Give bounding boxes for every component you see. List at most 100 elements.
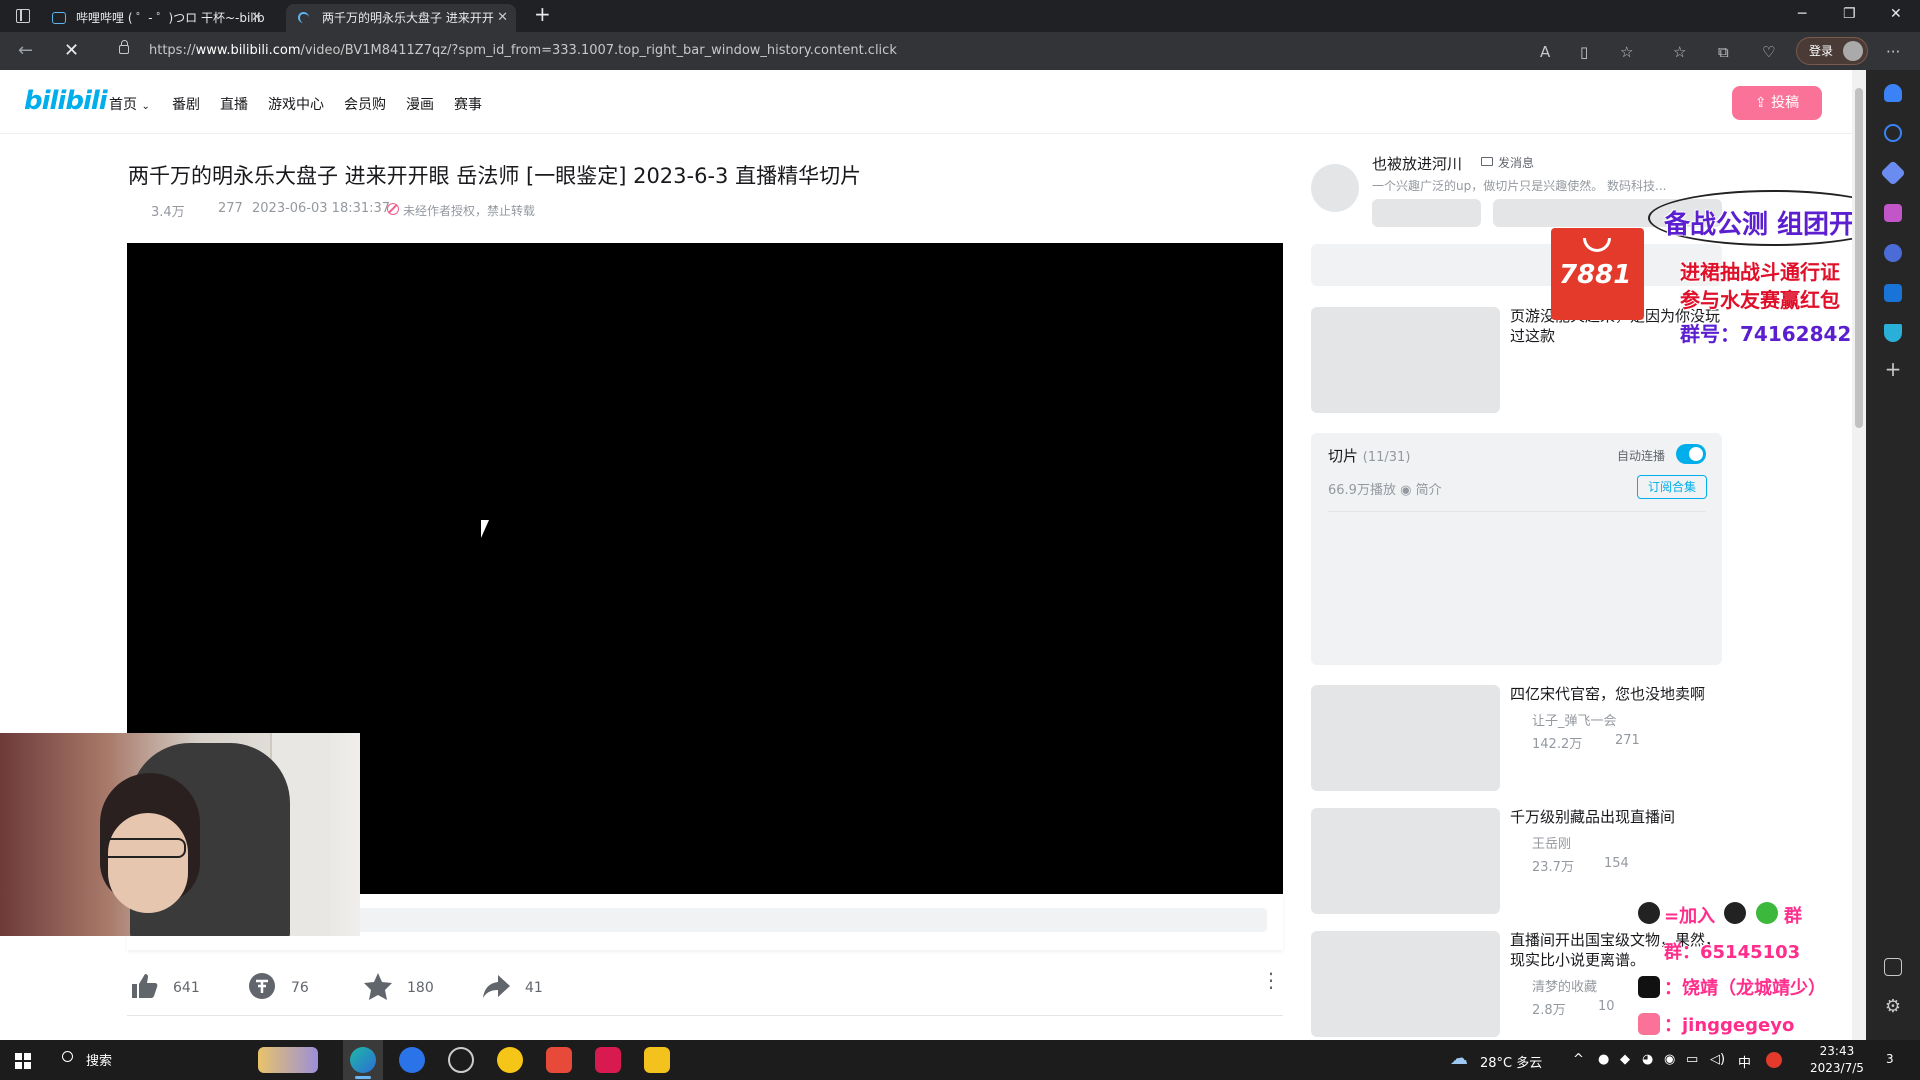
search-highlight-icon[interactable] [258,1047,318,1073]
gamepad-icon[interactable]: ◉ [1664,1052,1675,1067]
playlist-title[interactable]: 切片 (11/31) [1328,445,1410,466]
nav-esports[interactable]: 赛事 [454,94,482,114]
outlook-icon[interactable] [1884,284,1902,302]
reco-thumbnail[interactable] [1311,307,1500,413]
ime-indicator[interactable]: 中 [1738,1052,1751,1071]
lock-icon[interactable] [119,40,129,54]
autoplay-toggle[interactable] [1676,444,1706,464]
nav-mall[interactable]: 会员购 [344,94,386,114]
playlist-intro-link[interactable]: 简介 [1416,483,1442,498]
send-icon[interactable] [1884,324,1902,342]
parrot-app-icon[interactable] [546,1047,572,1073]
people-icon[interactable] [1884,204,1902,222]
reco-thumbnail[interactable] [1311,808,1500,914]
danmaku-input[interactable] [357,908,1267,932]
streamer-webcam-overlay [0,733,360,936]
screenshot-icon[interactable] [1884,958,1902,976]
playlist-count: (11/31) [1362,450,1411,465]
playlist-plays: 66.9万播放 [1328,483,1396,498]
bilibili-icon [1638,1013,1660,1035]
edge-browser-icon[interactable] [350,1047,376,1073]
volume-icon[interactable]: ◁) [1710,1052,1725,1067]
chrome-icon[interactable] [497,1047,523,1073]
more-options-icon[interactable]: ⋮ [1261,970,1281,990]
reco-author[interactable]: 清梦的收藏 [1532,976,1597,995]
weather-icon[interactable]: ☁ [1450,1048,1468,1069]
restore-button[interactable]: ❐ [1843,6,1856,22]
uploader-avatar[interactable] [1311,164,1359,212]
back-icon[interactable]: ← [18,40,33,61]
new-tab-button[interactable]: + [534,2,551,26]
wechat-icon [1756,902,1778,924]
url-field[interactable]: https://www.bilibili.com/video/BV1M8411Z… [115,37,1632,65]
nav-manga[interactable]: 漫画 [406,94,434,114]
reco-title[interactable]: 四亿宋代官窑，您也没地卖啊 [1510,684,1722,704]
favorite-button[interactable]: 180 [363,960,434,1016]
reader-view-icon[interactable]: ▯ [1580,43,1588,61]
scrollbar-thumb[interactable] [1855,88,1863,428]
qq-tray-icon[interactable]: ◕ [1642,1052,1653,1067]
like-button[interactable]: 641 [129,960,200,1016]
notification-count[interactable]: 3 [1886,1052,1894,1066]
reco-danmaku: 10 [1598,999,1615,1014]
gear-icon[interactable]: ⚙ [1884,998,1902,1016]
settings-more-icon[interactable]: ··· [1886,43,1900,61]
weather-text[interactable]: 28°C 多云 [1480,1052,1542,1071]
extensions-icon[interactable]: ♡ [1762,43,1775,61]
office-icon[interactable] [1884,244,1902,262]
search-icon[interactable] [1884,124,1902,142]
add-icon[interactable]: + [1884,359,1902,379]
upload-button[interactable]: ⇪ 投稿 [1732,86,1822,120]
network-icon[interactable]: ▭ [1686,1052,1698,1067]
tray-app-icon[interactable]: ◆ [1620,1052,1630,1067]
reco-views: 142.2万 [1532,737,1583,752]
tag-icon[interactable] [1880,160,1906,186]
read-aloud-icon[interactable]: A [1540,43,1550,61]
sogou-icon[interactable] [1766,1052,1782,1068]
share-button[interactable]: 41 [481,960,543,1016]
favorite-star-icon[interactable]: ☆ [1620,43,1633,61]
tab-close-icon[interactable]: ✕ [497,4,508,32]
send-message-link[interactable]: 发消息 [1498,154,1534,171]
owl-app-icon[interactable] [644,1047,670,1073]
tray-chevron-icon[interactable]: ^ [1573,1052,1584,1067]
coin-button[interactable]: 76 [247,960,309,1016]
windows-start-icon[interactable] [15,1053,31,1069]
minimize-button[interactable]: ─ [1798,6,1806,22]
qq-join-label: =加入 [1664,906,1716,927]
nav-anime[interactable]: 番剧 [172,94,200,114]
nav-game-center[interactable]: 游戏中心 [268,94,324,114]
profile-login-button[interactable]: 登录 [1796,37,1868,65]
stop-loading-icon[interactable]: ✕ [64,40,79,61]
taskbar-search[interactable]: 搜索 [58,1050,112,1069]
tab-close-icon[interactable]: ✕ [251,4,262,32]
nav-live[interactable]: 直播 [220,94,248,114]
obs-icon[interactable] [448,1047,474,1073]
reco-thumbnail[interactable] [1311,931,1500,1037]
reco-author[interactable]: 王岳刚 [1532,833,1571,852]
uploader-description: 一个兴趣广泛的up，做切片只是兴趣使然。 数码科技... [1372,179,1667,193]
reco-title[interactable]: 千万级别藏品出现直播间 [1510,807,1722,827]
subscribe-collection-button[interactable]: 订阅合集 [1637,475,1707,499]
reco-author[interactable]: 让子_弹飞一会 [1532,710,1617,729]
star-icon [363,971,393,1005]
page-scrollbar[interactable] [1852,70,1866,1040]
system-clock[interactable]: 23:43 2023/7/5 [1810,1043,1864,1077]
close-window-button[interactable]: ✕ [1890,6,1902,22]
video-title: 两千万的明永乐大盘子 进来开开眼 岳法师 [一眼鉴定] 2023-6-3 直播精… [128,164,862,188]
browser-tab-bilibili-home[interactable]: 哔哩哔哩 ( ゜- ゜)つロ 干杯~-bilib ✕ [40,4,270,32]
nav-home[interactable]: 首页 ⌄ [109,94,150,114]
browser-tab-video[interactable]: 两千万的明永乐大盘子 进来开开 ✕ [286,4,516,32]
playlist-title-text: 切片 [1328,447,1359,465]
charge-button-placeholder[interactable] [1372,199,1481,227]
reco-thumbnail[interactable] [1311,685,1500,791]
bilibili-logo[interactable]: bilibili [24,86,108,116]
check-app-icon[interactable] [595,1047,621,1073]
bell-icon[interactable] [1884,84,1902,102]
favorites-icon[interactable]: ☆ [1673,43,1686,61]
mic-icon[interactable]: ● [1598,1052,1609,1067]
uploader-name[interactable]: 也被放进河川 [1372,153,1462,174]
collections-icon[interactable]: ⧉ [1718,43,1729,61]
tab-actions-icon[interactable] [16,9,30,23]
k-app-icon[interactable] [399,1047,425,1073]
